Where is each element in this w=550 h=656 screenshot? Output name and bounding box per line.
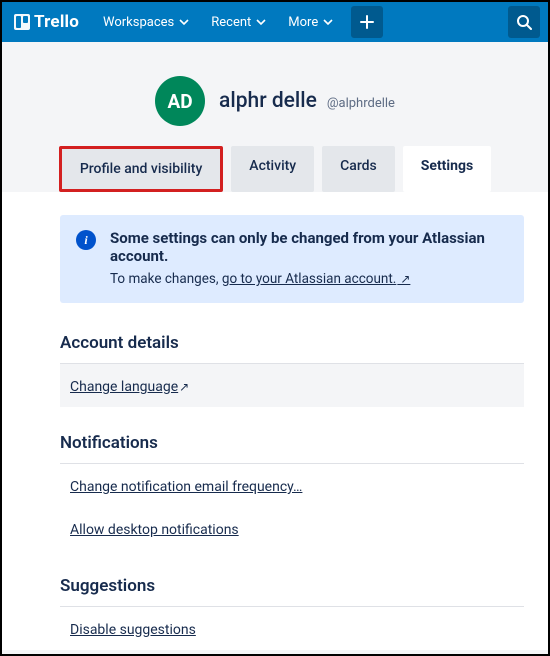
- nav-workspaces-label: Workspaces: [103, 15, 174, 30]
- chevron-down-icon: [256, 17, 266, 27]
- tab-activity[interactable]: Activity: [231, 146, 314, 192]
- create-button[interactable]: [351, 6, 383, 38]
- tab-cards[interactable]: Cards: [322, 146, 395, 192]
- profile-tabs: Profile and visibility Activity Cards Se…: [2, 146, 548, 192]
- disable-suggestions-link[interactable]: Disable suggestions: [70, 622, 196, 638]
- chevron-down-icon: [323, 17, 333, 27]
- atlassian-account-link[interactable]: go to your Atlassian account. ↗: [222, 271, 411, 287]
- tab-profile-visibility[interactable]: Profile and visibility: [59, 146, 223, 192]
- section-title-account: Account details: [60, 333, 524, 364]
- nav-recent-label: Recent: [211, 15, 251, 30]
- change-notification-frequency-link[interactable]: Change notification email frequency…: [70, 479, 302, 495]
- row-change-notification-freq: Change notification email frequency…: [60, 464, 524, 507]
- section-account-details: Account details Change language ↗: [60, 333, 524, 407]
- profile-handle: @alphrdelle: [327, 96, 395, 111]
- banner-title: Some settings can only be changed from y…: [110, 229, 508, 265]
- chevron-down-icon: [179, 17, 189, 27]
- section-notifications: Notifications Change notification email …: [60, 433, 524, 550]
- atlassian-info-banner: i Some settings can only be changed from…: [60, 215, 524, 303]
- info-icon: i: [76, 230, 96, 250]
- section-suggestions: Suggestions Disable suggestions: [60, 576, 524, 650]
- search-icon: [516, 14, 532, 30]
- trello-logo[interactable]: Trello: [6, 12, 87, 32]
- settings-content: i Some settings can only be changed from…: [2, 192, 548, 650]
- row-change-language: Change language ↗: [60, 364, 524, 407]
- banner-subtext: To make changes, go to your Atlassian ac…: [110, 271, 508, 287]
- nav-items: Workspaces Recent More: [93, 9, 343, 36]
- row-allow-desktop-notifications: Allow desktop notifications: [60, 507, 524, 550]
- top-header: Trello Workspaces Recent More: [2, 2, 548, 42]
- tab-settings[interactable]: Settings: [403, 146, 491, 192]
- allow-desktop-notifications-link[interactable]: Allow desktop notifications: [70, 522, 239, 538]
- nav-workspaces[interactable]: Workspaces: [93, 9, 199, 36]
- search-button[interactable]: [508, 6, 540, 38]
- trello-board-icon: [14, 14, 30, 30]
- nav-more-label: More: [288, 15, 318, 30]
- profile-display-name: alphr delle: [219, 89, 317, 113]
- section-title-notifications: Notifications: [60, 433, 524, 464]
- trello-logo-text: Trello: [34, 12, 79, 32]
- external-link-icon: ↗: [179, 380, 189, 394]
- external-link-icon: ↗: [397, 272, 410, 286]
- profile-header: AD alphr delle @alphrdelle: [2, 42, 548, 146]
- nav-recent[interactable]: Recent: [201, 9, 276, 36]
- nav-more[interactable]: More: [278, 9, 343, 36]
- section-title-suggestions: Suggestions: [60, 576, 524, 607]
- plus-icon: [359, 14, 375, 30]
- avatar: AD: [155, 76, 205, 126]
- profile-name-wrap: alphr delle @alphrdelle: [219, 89, 395, 113]
- change-language-link[interactable]: Change language ↗: [70, 379, 189, 395]
- row-disable-suggestions: Disable suggestions: [60, 607, 524, 650]
